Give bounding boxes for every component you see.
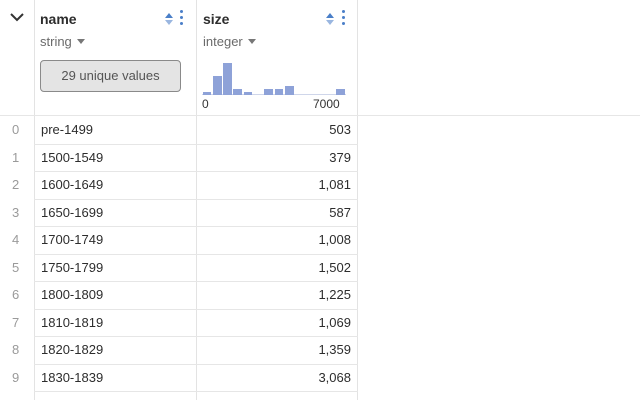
histogram-bar — [202, 91, 212, 95]
table-row[interactable]: 3 1650-1699 587 — [0, 199, 640, 227]
row-index: 5 — [12, 259, 20, 275]
table-row[interactable]: 2 1600-1649 1,081 — [0, 171, 640, 199]
name-cell[interactable]: 1700-1749 — [41, 232, 103, 247]
table-row[interactable]: 7 1810-1819 1,069 — [0, 309, 640, 337]
column-type-label: integer — [203, 34, 243, 49]
unique-values-button[interactable]: 29 unique values — [40, 60, 181, 92]
histogram-bar — [264, 89, 273, 95]
table-row[interactable]: 4 1700-1749 1,008 — [0, 226, 640, 254]
size-cell[interactable]: 1,008 — [318, 232, 351, 247]
row-index: 1 — [12, 149, 20, 165]
size-cell[interactable]: 379 — [329, 150, 351, 165]
row-index: 3 — [12, 204, 20, 220]
table-row[interactable]: 1 1500-1549 379 — [0, 144, 640, 172]
sort-icon[interactable] — [325, 11, 335, 27]
table-row[interactable]: 0 pre-1499 503 — [0, 116, 640, 144]
table-row[interactable]: 6 1800-1809 1,225 — [0, 281, 640, 309]
histogram-bar — [233, 89, 243, 95]
table-row[interactable]: 5 1750-1799 1,502 — [0, 254, 640, 282]
name-cell[interactable]: 1650-1699 — [41, 205, 103, 220]
name-cell[interactable]: 1830-1839 — [41, 370, 103, 385]
column-menu-icon[interactable] — [340, 10, 346, 28]
name-cell[interactable]: 1820-1829 — [41, 342, 103, 357]
column-menu-icon[interactable] — [178, 10, 184, 28]
name-cell[interactable]: 1600-1649 — [41, 177, 103, 192]
name-cell[interactable]: pre-1499 — [41, 122, 93, 137]
size-cell[interactable]: 1,081 — [318, 177, 351, 192]
column-type-dropdown[interactable]: integer — [203, 34, 256, 49]
name-cell[interactable]: 1800-1809 — [41, 287, 103, 302]
name-cell[interactable]: 1750-1799 — [41, 260, 103, 275]
row-index: 4 — [12, 232, 20, 247]
column-header-size[interactable]: size — [203, 11, 229, 27]
column-type-dropdown[interactable]: string — [40, 34, 85, 49]
histogram-bar — [284, 85, 294, 95]
size-cell[interactable]: 1,069 — [318, 315, 351, 330]
row-index: 2 — [12, 177, 20, 192]
histogram-min-label: 0 — [202, 97, 209, 111]
size-histogram[interactable] — [202, 55, 346, 95]
row-index: 0 — [12, 122, 20, 137]
column-header-name[interactable]: name — [40, 11, 77, 27]
caret-down-icon — [76, 39, 85, 44]
name-cell[interactable]: 1500-1549 — [41, 150, 103, 165]
column-type-label: string — [40, 34, 72, 49]
row-index: 9 — [12, 369, 20, 385]
histogram-bar — [212, 76, 222, 95]
histogram-bar — [223, 62, 232, 95]
size-cell[interactable]: 1,359 — [318, 342, 351, 357]
row-index: 7 — [12, 314, 20, 330]
size-cell[interactable]: 587 — [329, 205, 351, 220]
sort-icon[interactable] — [164, 11, 174, 27]
histogram-bar — [274, 89, 284, 95]
histogram-max-label: 7000 — [313, 97, 340, 111]
size-cell[interactable]: 503 — [329, 122, 351, 137]
collapse-chevron-icon[interactable] — [8, 10, 26, 24]
row-divider — [34, 391, 358, 392]
size-cell[interactable]: 3,068 — [318, 370, 351, 385]
caret-down-icon — [247, 39, 256, 44]
size-cell[interactable]: 1,502 — [318, 260, 351, 275]
histogram-bar — [336, 89, 345, 95]
histogram-bar — [243, 91, 253, 95]
row-index: 8 — [12, 342, 20, 357]
name-cell[interactable]: 1810-1819 — [41, 315, 103, 330]
row-index: 6 — [12, 287, 20, 302]
data-table: name string 29 unique values size intege… — [0, 0, 640, 400]
table-row[interactable]: 8 1820-1829 1,359 — [0, 336, 640, 364]
size-cell[interactable]: 1,225 — [318, 287, 351, 302]
table-row[interactable]: 9 1830-1839 3,068 — [0, 364, 640, 392]
